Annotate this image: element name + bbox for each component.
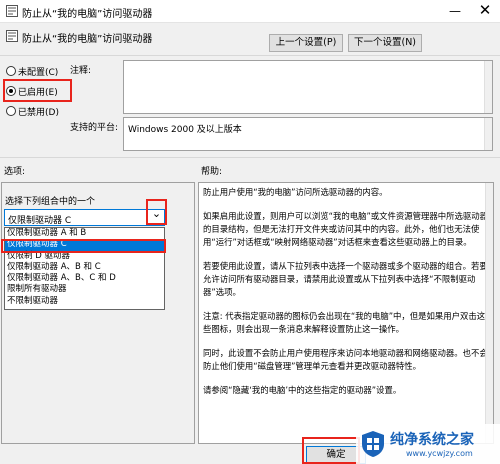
previous-setting-button[interactable]: 上一个设置(P)	[269, 34, 343, 52]
next-setting-button[interactable]: 下一个设置(N)	[348, 34, 422, 52]
dropdown-item[interactable]: 不限制驱动器	[5, 296, 164, 307]
highlight-selected-item	[1, 239, 166, 253]
title-bar: 防止从“我的电脑”访问驱动器 — ✕	[0, 0, 500, 23]
dropdown-item[interactable]: 仅限制驱动器 A、B、C 和 D	[5, 273, 164, 284]
policy-icon	[6, 5, 18, 17]
help-paragraph: 如果启用此设置，则用户可以浏览“我的电脑”或文件资源管理器中所选驱动器的目录结构…	[203, 211, 489, 247]
help-paragraph: 若要使用此设置，请从下拉列表中选择一个驱动器或多个驱动器的组合。若要允许访问所有…	[203, 261, 488, 297]
watermark-url: www.ycwjzy.com	[406, 449, 473, 458]
help-scrollbar[interactable]	[485, 183, 493, 443]
shield-logo-icon	[362, 431, 384, 457]
dropdown-item[interactable]: 仅限制驱动器 A、B 和 C	[5, 262, 164, 273]
watermark: 纯净系统之家 www.ycwjzy.com	[356, 424, 500, 464]
chevron-down-icon[interactable]: ⌄	[150, 206, 163, 222]
radio-enabled[interactable]	[6, 86, 16, 96]
radio-enabled-label: 已启用(E)	[18, 88, 58, 98]
comment-field[interactable]	[123, 60, 493, 114]
platform-value: Windows 2000 及以上版本	[128, 125, 242, 135]
platform-label: 支持的平台:	[70, 123, 119, 133]
dropdown-item[interactable]: 限制所有驱动器	[5, 284, 164, 295]
platform-scrollbar[interactable]	[484, 118, 492, 150]
policy-title: 防止从“我的电脑”访问驱动器	[22, 34, 153, 45]
window-title: 防止从“我的电脑”访问驱动器	[22, 9, 153, 20]
close-button[interactable]: ✕	[470, 0, 500, 22]
policy-icon	[6, 30, 18, 42]
header-divider	[0, 55, 500, 56]
help-panel: 防止用户使用“我的电脑”访问所选驱动器的内容。 如果启用此设置，则用户可以浏览“…	[198, 182, 494, 444]
radio-disabled[interactable]	[6, 106, 16, 116]
group-label: 选择下列组合中的一个	[5, 197, 96, 207]
radio-not-configured[interactable]	[6, 66, 16, 76]
highlight-ok-button	[302, 437, 360, 464]
comment-label: 注释:	[70, 66, 92, 76]
radio-disabled-label: 已禁用(D)	[18, 108, 59, 118]
radio-not-configured-label: 未配置(C)	[18, 68, 59, 78]
help-paragraph: 防止用户使用“我的电脑”访问所选驱动器的内容。	[203, 187, 388, 197]
help-paragraph: 注意: 代表指定驱动器的图标仍会出现在“我的电脑”中，但是如果用户双击这些图标，…	[203, 311, 486, 334]
help-label: 帮助:	[201, 167, 223, 177]
options-label: 选项:	[4, 167, 26, 177]
platform-field: Windows 2000 及以上版本	[123, 117, 493, 151]
dropdown-item[interactable]: 仅限制驱动器 A 和 B	[5, 228, 164, 239]
mid-divider	[0, 157, 500, 158]
comment-scrollbar[interactable]	[484, 61, 492, 113]
drive-combo-value: 仅限制驱动器 C	[8, 216, 72, 226]
help-paragraph: 同时，此设置不会防止用户使用程序来访问本地驱动器和网络驱动器。也不会防止他们使用…	[203, 348, 488, 371]
watermark-brand: 纯净系统之家	[390, 432, 474, 448]
help-paragraph: 请参阅“隐藏‘我的电脑’中的这些指定的驱动器”设置。	[203, 385, 402, 395]
minimize-button[interactable]: —	[440, 0, 470, 22]
drive-combo[interactable]: 仅限制驱动器 C	[4, 209, 165, 226]
